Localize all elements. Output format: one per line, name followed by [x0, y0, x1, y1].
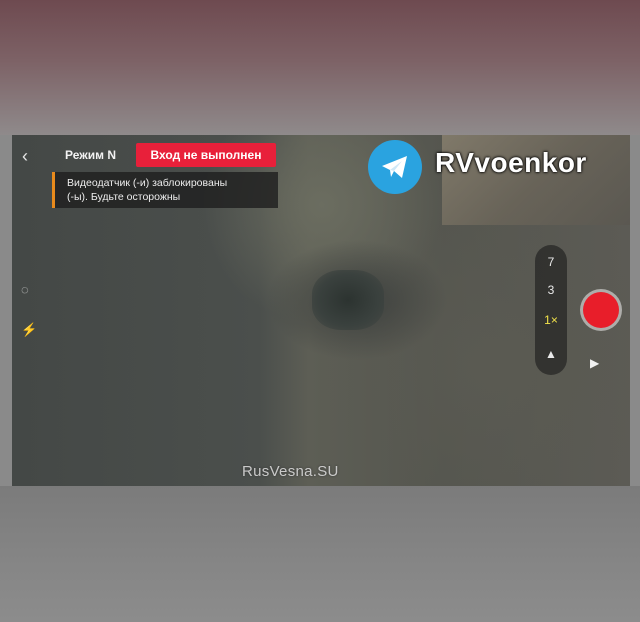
flash-icon[interactable]: ⚡ — [21, 322, 37, 338]
zoom-control[interactable]: 7 3 1× ▲ — [535, 245, 567, 375]
zoom-level-3[interactable]: 3 — [535, 283, 567, 297]
zoom-level-1x[interactable]: 1× — [535, 313, 567, 327]
blurred-background-top — [0, 0, 640, 135]
obstacle-sensor-icon[interactable]: ◌ — [21, 282, 29, 297]
warning-line-1: Видеодатчик (-и) заблокированы — [67, 177, 228, 189]
sensor-warning: Видеодатчик (-и) заблокированы (-ы). Буд… — [52, 172, 278, 208]
zoom-level-7[interactable]: 7 — [535, 255, 567, 269]
warning-line-2: (-ы). Будьте осторожны — [67, 191, 181, 203]
chevron-left-icon[interactable]: ‹ — [22, 146, 28, 167]
login-status-badge[interactable]: Вход не выполнен — [136, 143, 276, 167]
channel-name: RVvoenkor — [435, 147, 587, 178]
blurred-background-bottom — [0, 486, 640, 622]
figure-on-ground — [312, 270, 384, 330]
record-button[interactable] — [583, 292, 619, 328]
watermark: RusVesna.SU — [242, 463, 339, 480]
telegram-icon — [368, 140, 422, 194]
mode-label: Режим N — [65, 148, 116, 162]
landscape-icon[interactable]: ▲ — [535, 347, 567, 361]
playback-icon[interactable]: ▶ — [590, 356, 599, 370]
